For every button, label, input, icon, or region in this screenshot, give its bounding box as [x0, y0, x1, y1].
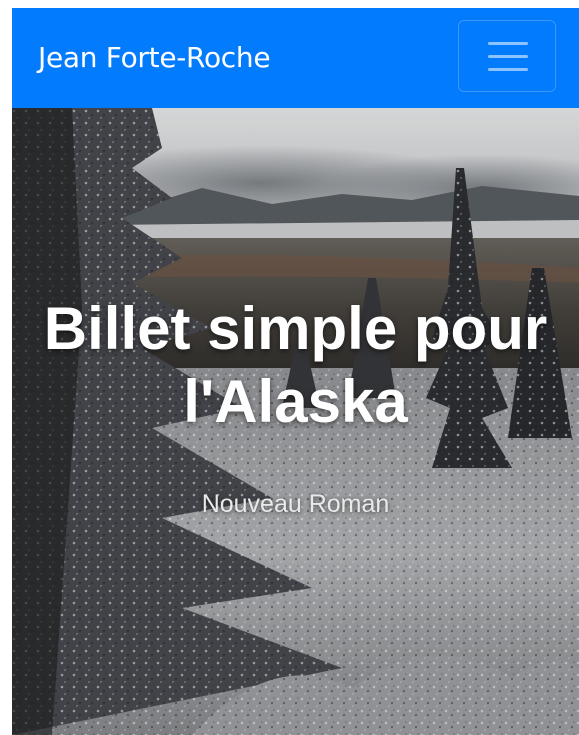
navbar: Jean Forte-Roche [12, 8, 579, 108]
hero-subtitle: Nouveau Roman [201, 490, 390, 518]
hero-section: Billet simple pour l'Alaska Nouveau Roma… [12, 108, 579, 735]
hero-title: Billet simple pour l'Alaska [43, 295, 548, 435]
menu-toggle-button[interactable] [458, 20, 556, 92]
page-frame: Jean Forte-Roche Billet simple pour l'Al… [12, 8, 579, 735]
brand-link[interactable]: Jean Forte-Roche [38, 41, 271, 75]
